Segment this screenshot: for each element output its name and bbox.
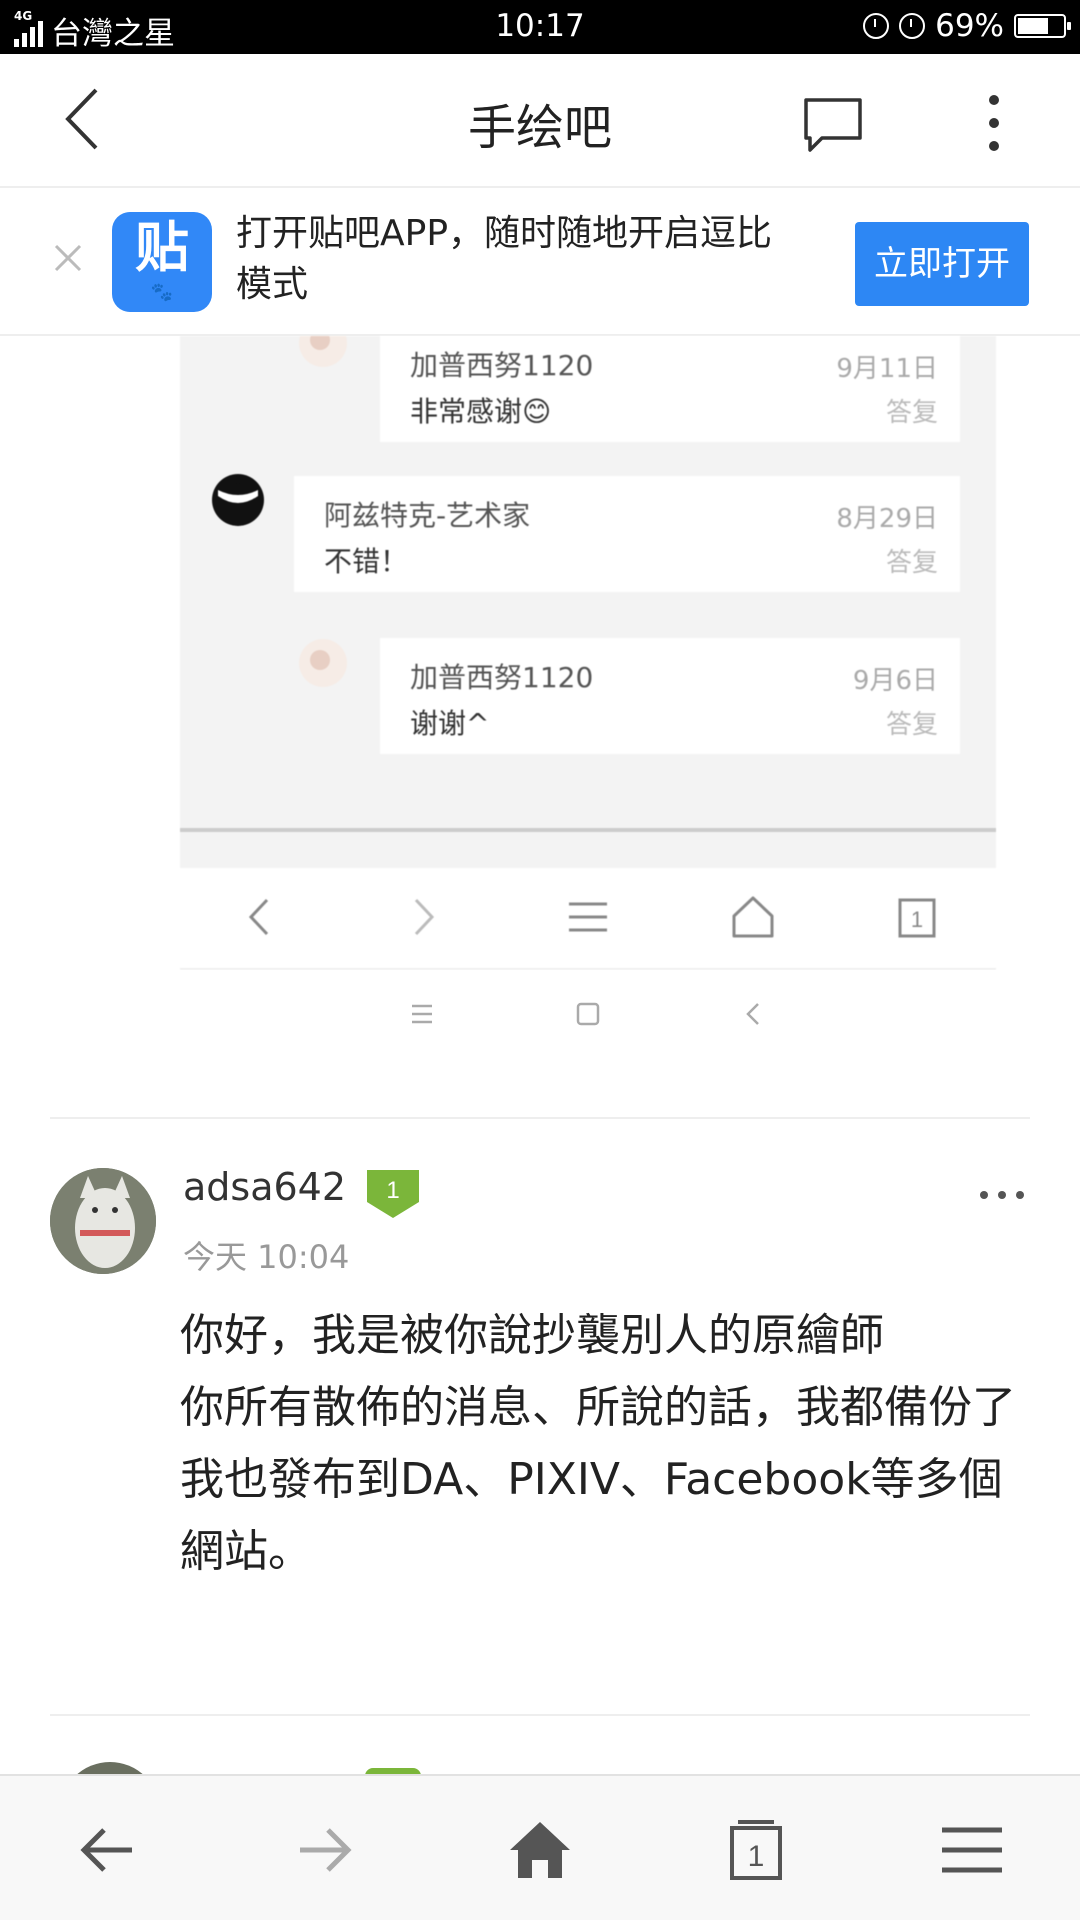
divider xyxy=(50,1714,1030,1716)
top-nav-bar: 手绘吧 xyxy=(0,54,1080,188)
lock-rotation-icon xyxy=(863,13,890,39)
status-bar: 4G 台灣之星 10:17 69% xyxy=(0,0,1080,54)
reply-link: 答复 xyxy=(885,398,938,428)
reply-date: 9月6日 xyxy=(852,666,938,696)
app-promo-banner: 贴 🐾 打开贴吧APP，随时随地开启逗比模式 立即打开 xyxy=(0,188,1080,336)
menu-icon xyxy=(569,902,607,932)
battery-icon xyxy=(1014,14,1071,38)
reply-text: 不错！ xyxy=(324,545,409,578)
back-icon xyxy=(248,898,269,936)
forward-arrow-icon[interactable] xyxy=(290,1816,358,1884)
embedded-system-nav xyxy=(180,970,996,1060)
more-horizontal-icon xyxy=(980,1191,1024,1199)
banner-close-button[interactable] xyxy=(52,242,84,274)
post-line: 你好，我是被你說抄襲別人的原繪師 xyxy=(180,1310,884,1361)
browser-nav-bar: 1 xyxy=(180,868,996,969)
avatar xyxy=(212,474,264,526)
message-button[interactable] xyxy=(800,90,866,156)
more-options-button[interactable] xyxy=(976,90,1012,156)
page-title: 手绘吧 xyxy=(467,100,612,156)
reply-link: 答复 xyxy=(885,548,938,578)
cat-avatar-image xyxy=(50,1168,156,1274)
reply-date: 9月11日 xyxy=(836,354,938,384)
banner-text: 打开贴吧APP，随时随地开启逗比模式 xyxy=(236,213,773,305)
post-body: 你好，我是被你說抄襲別人的原繪師 你所有散佈的消息、所說的話，我都備份了 我也發… xyxy=(180,1300,1040,1588)
home-icon[interactable] xyxy=(506,1816,574,1884)
alarm-icon xyxy=(899,13,926,39)
open-app-button[interactable]: 立即打开 xyxy=(855,222,1029,306)
battery-percent: 69% xyxy=(935,8,1004,44)
avatar xyxy=(299,639,347,687)
menu-icon xyxy=(412,1004,432,1024)
post-time: 今天 10:04 xyxy=(183,1238,350,1276)
back-arrow-icon[interactable] xyxy=(74,1816,142,1884)
tabs-count: 1 xyxy=(748,1840,765,1873)
more-vertical-icon xyxy=(989,95,999,151)
tabs-icon[interactable]: 1 xyxy=(722,1816,790,1884)
post-username[interactable]: adsa642 xyxy=(183,1165,346,1209)
paw-icon: 🐾 xyxy=(150,282,174,303)
square-icon xyxy=(576,1002,600,1026)
divider xyxy=(180,828,996,832)
reply-text: 非常感谢😊 xyxy=(410,395,552,428)
logo-glyph: 贴 xyxy=(135,216,189,279)
reply-card: 加普西努1120 谢谢^ 9月6日 答复 xyxy=(380,638,960,754)
reply-card: 阿兹特克-艺术家 不错！ 8月29日 答复 xyxy=(294,476,960,592)
menu-icon[interactable] xyxy=(938,1816,1006,1884)
message-icon xyxy=(804,98,862,152)
post-line: 我也發布到DA、PIXIV、Facebook等多個網站。 xyxy=(180,1454,1003,1577)
reply-username: 加普西努1120 xyxy=(410,349,594,382)
user-avatar[interactable] xyxy=(50,1168,156,1274)
reply-card: 加普西努1120 非常感谢😊 9月11日 答复 xyxy=(380,336,960,442)
close-icon xyxy=(54,244,82,272)
avatar xyxy=(299,336,347,367)
tabs-icon: 1 xyxy=(898,898,936,938)
divider xyxy=(50,1117,1030,1119)
level-number: 1 xyxy=(386,1177,399,1204)
post-more-button[interactable] xyxy=(978,1180,1026,1210)
reply-date: 8月29日 xyxy=(836,504,938,534)
reply-link: 答复 xyxy=(885,710,938,740)
browser-bottom-bar: 1 xyxy=(0,1774,1080,1920)
tabs-count: 1 xyxy=(911,907,923,932)
tieba-logo: 贴 🐾 xyxy=(112,212,212,312)
status-right: 69% xyxy=(863,8,1071,44)
reply-username: 加普西努1120 xyxy=(410,661,594,694)
reply-text: 谢谢^ xyxy=(410,707,490,740)
level-badge: 1 xyxy=(367,1170,419,1218)
forward-icon xyxy=(414,898,435,936)
back-icon xyxy=(746,1003,759,1025)
home-icon xyxy=(732,896,774,938)
post-line: 你所有散佈的消息、所說的話，我都備份了 xyxy=(180,1382,1016,1433)
reply-username: 阿兹特克-艺术家 xyxy=(324,499,531,532)
embedded-screenshot[interactable]: 加普西努1120 非常感谢😊 9月11日 答复 阿兹特克-艺术家 不错！ 8月2… xyxy=(180,336,996,970)
